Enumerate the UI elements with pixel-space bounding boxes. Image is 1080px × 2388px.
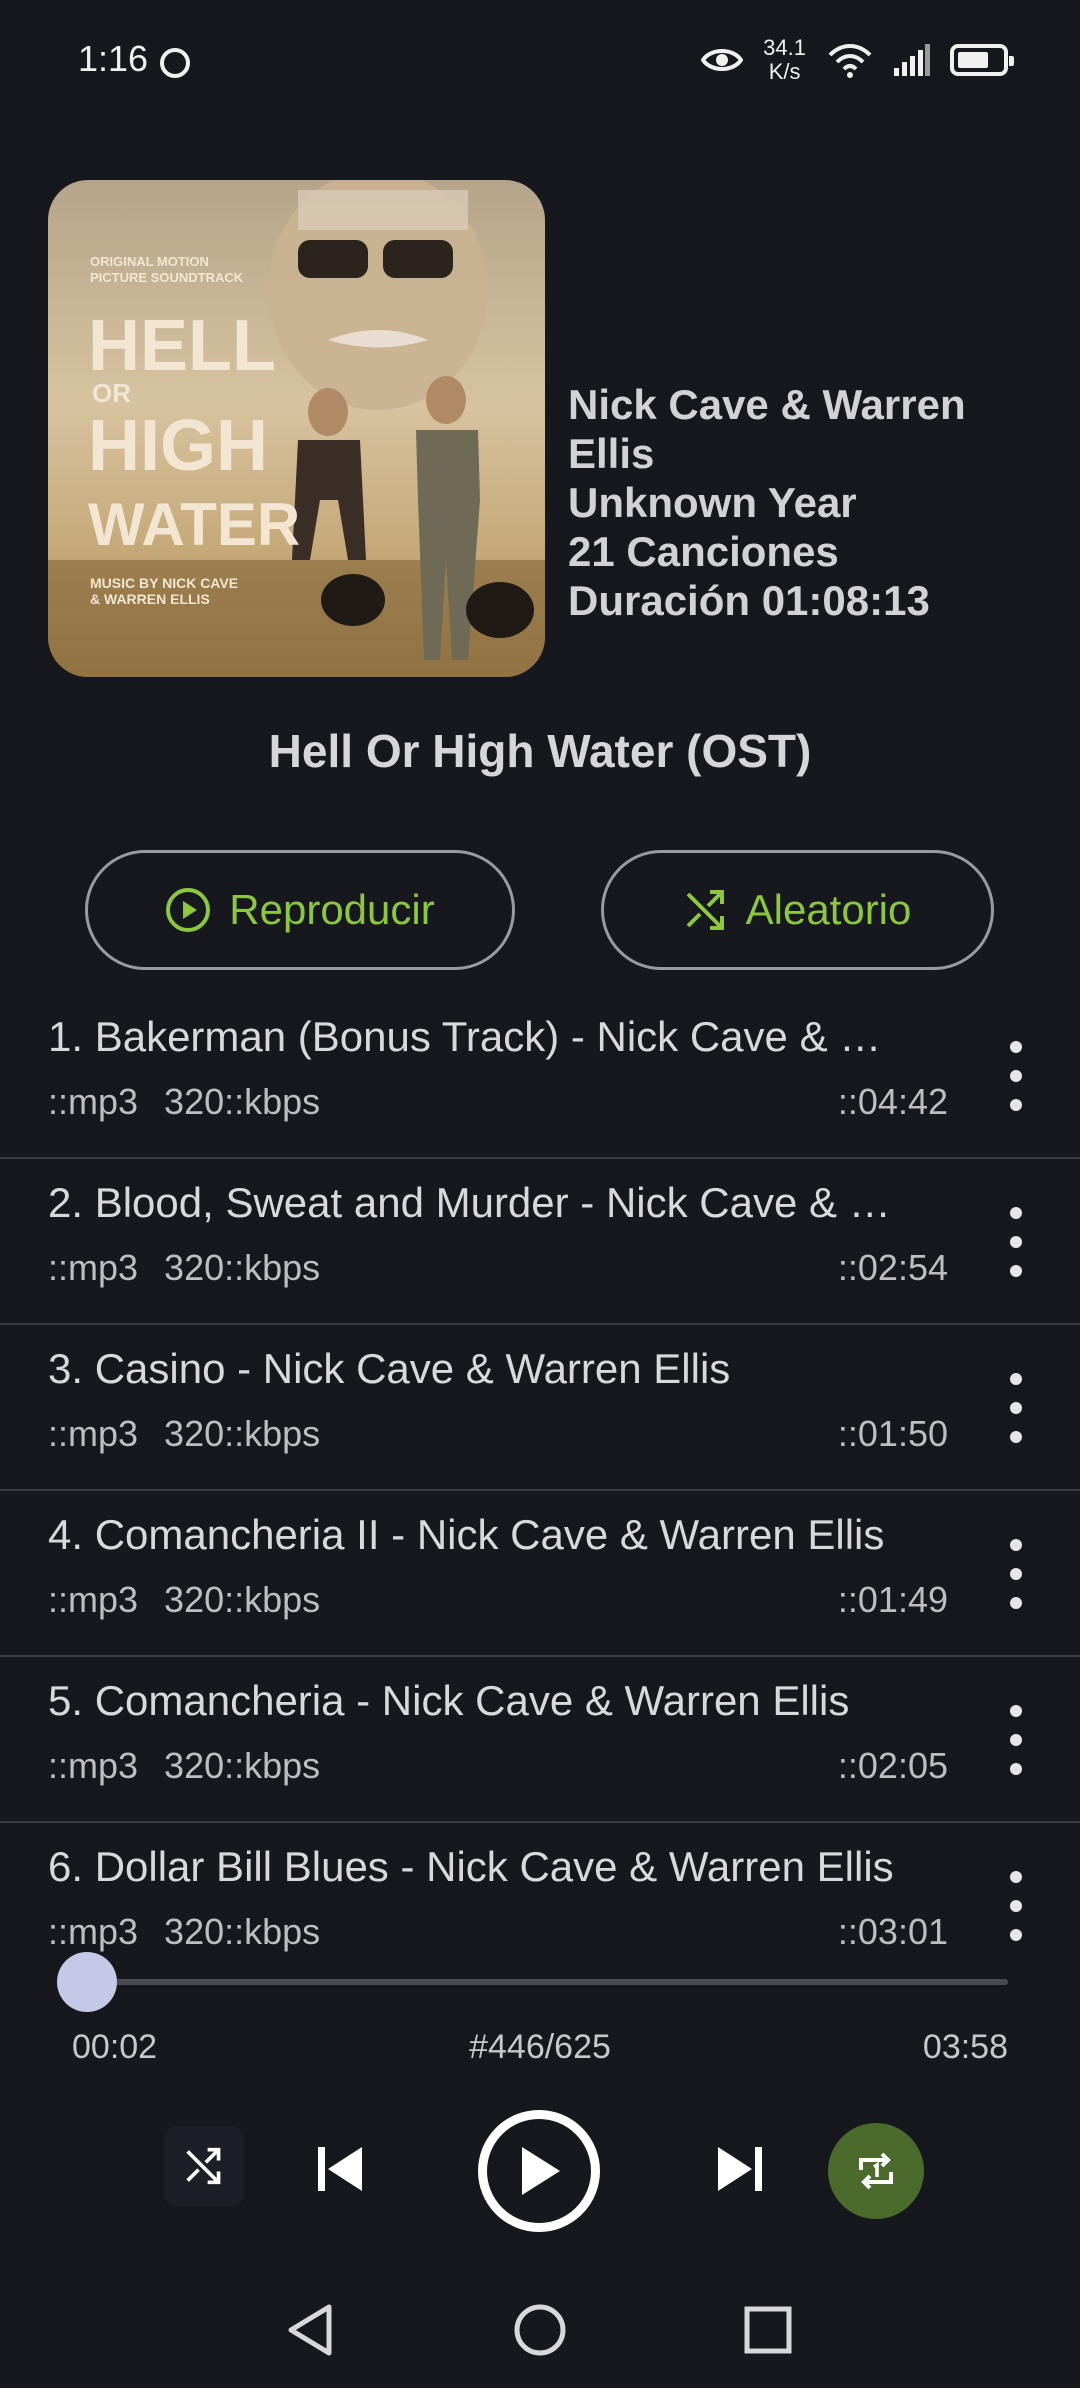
- track-duration: ::02:05: [837, 1745, 948, 1786]
- shuffle-button[interactable]: [164, 2126, 244, 2206]
- more-options-icon[interactable]: [996, 1705, 1036, 1775]
- more-options-icon[interactable]: [996, 1373, 1036, 1443]
- cover-title-water: WATER: [88, 491, 300, 558]
- track-meta: ::mp3 320::kbps: [48, 1413, 320, 1455]
- play-button[interactable]: [478, 2110, 600, 2232]
- status-time: 1:16: [78, 38, 149, 79]
- track-duration: ::02:54: [837, 1247, 948, 1288]
- track-row[interactable]: 5. Comancheria - Nick Cave & Warren Elli…: [0, 1657, 1080, 1823]
- cover-title-hell: HELL: [88, 306, 276, 386]
- play-all-button[interactable]: Reproducir: [85, 850, 515, 970]
- album-artist: Nick Cave & Warren Ellis: [568, 381, 966, 477]
- clock-icon: [160, 48, 190, 78]
- album-info: Nick Cave & Warren Ellis Unknown Year 21…: [568, 380, 1048, 625]
- skip-previous-icon: [318, 2147, 362, 2191]
- home-circle-icon: [514, 2304, 566, 2356]
- more-options-icon[interactable]: [996, 1539, 1036, 1609]
- more-options-icon[interactable]: [996, 1041, 1036, 1111]
- album-song-count: 21 Canciones: [568, 528, 839, 575]
- net-speed-value: 34.1: [763, 35, 806, 60]
- eye-icon: [701, 49, 744, 71]
- repeat-one-icon: [859, 2152, 893, 2190]
- track-bitrate: 320::kbps: [164, 1579, 321, 1620]
- more-options-icon[interactable]: [996, 1871, 1036, 1941]
- track-format: ::mp3: [48, 1745, 139, 1786]
- track-meta: ::mp3 320::kbps: [48, 1579, 320, 1621]
- track-title: 5. Comancheria - Nick Cave & Warren Elli…: [48, 1677, 850, 1724]
- track-meta: ::mp3 320::kbps: [48, 1247, 320, 1289]
- track-list: 1. Bakerman (Bonus Track) - Nick Cave & …: [0, 993, 1080, 1989]
- track-title: 3. Casino - Nick Cave & Warren Ellis: [48, 1345, 731, 1392]
- track-bitrate: 320::kbps: [164, 1745, 321, 1786]
- track-title: 1. Bakerman (Bonus Track) - Nick Cave & …: [48, 1013, 908, 1060]
- status-icons: 34.1 K/s: [701, 30, 1014, 90]
- shuffle-all-label: Aleatorio: [745, 886, 912, 933]
- track-row[interactable]: 3. Casino - Nick Cave & Warren Ellis ::m…: [0, 1325, 1080, 1491]
- total-time: 03:58: [922, 2028, 1008, 2066]
- album-year: Unknown Year: [568, 479, 857, 526]
- recents-button[interactable]: [718, 2280, 818, 2380]
- track-duration: ::03:01: [837, 1911, 948, 1952]
- track-row[interactable]: 4. Comancheria II - Nick Cave & Warren E…: [0, 1491, 1080, 1657]
- play-circle-icon: [166, 888, 211, 932]
- status-bar: 1:16 34.1 K/s: [0, 0, 1080, 120]
- track-format: ::mp3: [48, 1579, 139, 1620]
- play-icon: [522, 2147, 560, 2195]
- track-meta: ::mp3 320::kbps: [48, 1745, 320, 1787]
- track-title: 6. Dollar Bill Blues - Nick Cave & Warre…: [48, 1843, 894, 1890]
- repeat-one-button[interactable]: [828, 2123, 924, 2219]
- track-title: 4. Comancheria II - Nick Cave & Warren E…: [48, 1511, 885, 1558]
- wifi-icon: [828, 44, 872, 78]
- seek-bar[interactable]: [57, 1952, 1008, 2012]
- track-bitrate: 320::kbps: [164, 1081, 321, 1122]
- cover-credit-2: & WARREN ELLIS: [90, 591, 210, 607]
- next-button[interactable]: [700, 2124, 780, 2214]
- back-triangle-icon: [288, 2304, 332, 2356]
- home-button[interactable]: [490, 2280, 590, 2380]
- track-meta: ::mp3 320::kbps: [48, 1081, 320, 1123]
- signal-icon: [894, 44, 930, 76]
- shuffle-all-button[interactable]: Aleatorio: [601, 850, 994, 970]
- track-title: 2. Blood, Sweat and Murder - Nick Cave &…: [48, 1179, 908, 1226]
- skip-next-icon: [718, 2147, 762, 2191]
- cover-title-high: HIGH: [88, 406, 268, 486]
- net-speed: 34.1 K/s: [763, 36, 806, 84]
- track-duration: ::01:49: [837, 1579, 948, 1620]
- track-format: ::mp3: [48, 1081, 139, 1122]
- cover-credit-1: MUSIC BY NICK CAVE: [90, 575, 238, 591]
- cover-title-or: OR: [92, 378, 131, 408]
- recents-square-icon: [744, 2306, 792, 2354]
- album-title: Hell Or High Water (OST): [268, 725, 812, 777]
- cover-header-2: PICTURE SOUNDTRACK: [90, 270, 244, 285]
- track-row[interactable]: 2. Blood, Sweat and Murder - Nick Cave &…: [0, 1159, 1080, 1325]
- track-row[interactable]: 6. Dollar Bill Blues - Nick Cave & Warre…: [0, 1823, 1080, 1989]
- queue-position: #446/625: [469, 2028, 611, 2066]
- shuffle-icon: [686, 890, 724, 930]
- back-button[interactable]: [260, 2280, 360, 2380]
- track-format: ::mp3: [48, 1911, 139, 1952]
- track-meta: ::mp3 320::kbps: [48, 1911, 320, 1953]
- shuffle-icon: [186, 2147, 221, 2185]
- track-duration: ::01:50: [837, 1413, 948, 1454]
- track-bitrate: 320::kbps: [164, 1413, 321, 1454]
- album-cover: ORIGINAL MOTION PICTURE SOUNDTRACK HELL …: [48, 180, 545, 677]
- navigation-bar: [0, 2280, 1080, 2388]
- track-format: ::mp3: [48, 1247, 139, 1288]
- play-all-label: Reproducir: [229, 886, 435, 933]
- cover-header-1: ORIGINAL MOTION: [90, 254, 209, 269]
- track-duration: ::04:42: [837, 1081, 948, 1122]
- more-options-icon[interactable]: [996, 1207, 1036, 1277]
- battery-icon: [950, 44, 1014, 76]
- track-bitrate: 320::kbps: [164, 1247, 321, 1288]
- previous-button[interactable]: [300, 2124, 380, 2214]
- track-bitrate: 320::kbps: [164, 1911, 321, 1952]
- track-format: ::mp3: [48, 1413, 139, 1454]
- album-duration: Duración 01:08:13: [568, 577, 930, 624]
- seek-bar-thumb[interactable]: [57, 1952, 118, 2012]
- net-speed-unit: K/s: [768, 59, 801, 84]
- track-row[interactable]: 1. Bakerman (Bonus Track) - Nick Cave & …: [0, 993, 1080, 1159]
